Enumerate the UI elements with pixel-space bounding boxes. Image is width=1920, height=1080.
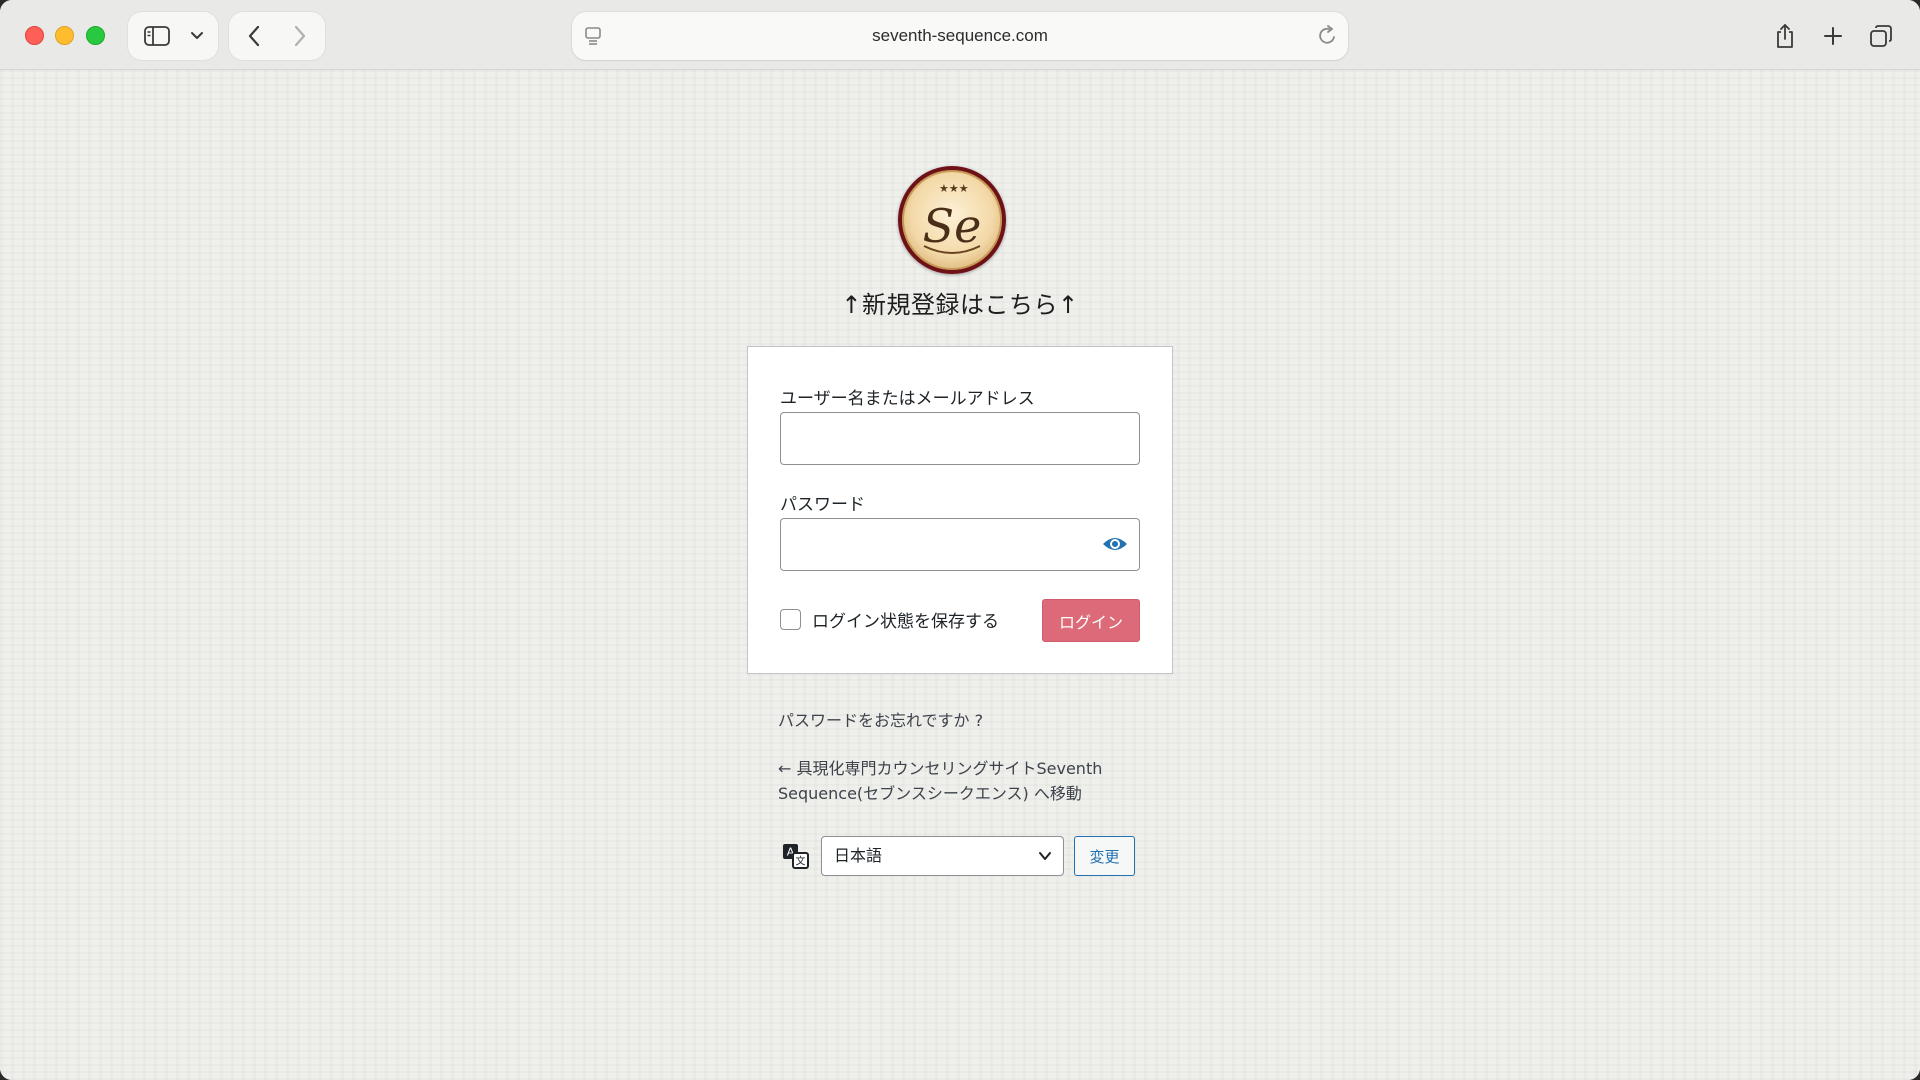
password-input[interactable]	[780, 518, 1140, 571]
back-to-site-link-line2[interactable]: Sequence(セブンスシークエンス) へ移動	[778, 780, 1082, 804]
login-button[interactable]: ログイン	[1042, 599, 1140, 642]
reload-button[interactable]	[1318, 25, 1338, 51]
back-button[interactable]	[231, 12, 277, 60]
language-select-value: 日本語	[834, 846, 883, 865]
address-bar[interactable]: seventh-sequence.com	[572, 12, 1348, 60]
logo-emblem: ★★★ Se	[923, 182, 982, 254]
navigation-group	[229, 12, 325, 60]
back-icon	[248, 25, 260, 47]
change-language-button[interactable]: 変更	[1074, 836, 1135, 876]
tab-overview-button[interactable]	[1857, 12, 1905, 60]
register-link[interactable]: ↑新規登録はこちら↑	[700, 285, 1220, 320]
svg-text:★★★: ★★★	[939, 182, 969, 195]
site-logo[interactable]: ★★★ Se	[898, 166, 1006, 274]
chevron-down-icon	[191, 32, 203, 39]
username-input[interactable]	[780, 412, 1140, 465]
tab-overview-icon	[1870, 25, 1892, 47]
browser-window: seventh-sequence.com ★★★ Se ↑新規登録はこちら↑ ユ…	[0, 0, 1920, 1080]
remember-me-label[interactable]: ログイン状態を保存する	[812, 607, 999, 632]
browser-toolbar: seventh-sequence.com	[0, 0, 1920, 70]
forward-button[interactable]	[277, 12, 323, 60]
login-form: ユーザー名またはメールアドレス パスワード ログイン状態を保存する ログイン	[747, 346, 1173, 674]
reload-icon	[1319, 25, 1335, 44]
fullscreen-window-button[interactable]	[86, 26, 105, 45]
svg-text:Se: Se	[923, 199, 982, 253]
sidebar-toggle-group	[128, 12, 218, 60]
svg-text:文: 文	[796, 855, 806, 868]
chevron-down-icon	[1039, 852, 1051, 860]
show-password-button[interactable]	[1100, 530, 1130, 558]
new-tab-icon	[1824, 27, 1842, 45]
password-label: パスワード	[780, 495, 865, 515]
minimize-window-button[interactable]	[55, 26, 74, 45]
url-text: seventh-sequence.com	[872, 26, 1048, 45]
sidebar-icon	[144, 26, 170, 46]
forward-icon	[294, 25, 306, 47]
new-tab-button[interactable]	[1809, 12, 1857, 60]
login-page: ★★★ Se ↑新規登録はこちら↑ ユーザー名またはメールアドレス パスワード	[0, 70, 1920, 1080]
password-field-wrapper	[780, 518, 1140, 571]
close-window-button[interactable]	[25, 26, 44, 45]
tab-group-dropdown-button[interactable]	[182, 12, 212, 60]
share-button[interactable]	[1761, 12, 1809, 60]
remember-me-checkbox[interactable]	[780, 609, 801, 630]
sidebar-toggle-button[interactable]	[134, 12, 180, 60]
eye-icon	[1103, 538, 1127, 550]
back-to-site-link-line1[interactable]: ← 具現化専門カウンセリングサイトSeventh	[778, 755, 1102, 779]
username-label: ユーザー名またはメールアドレス	[780, 389, 1035, 409]
forgot-password-link[interactable]: パスワードをお忘れですか ?	[778, 707, 983, 731]
language-select[interactable]: 日本語	[821, 836, 1064, 876]
share-icon	[1777, 24, 1793, 48]
translate-icon: A 文	[782, 842, 810, 870]
